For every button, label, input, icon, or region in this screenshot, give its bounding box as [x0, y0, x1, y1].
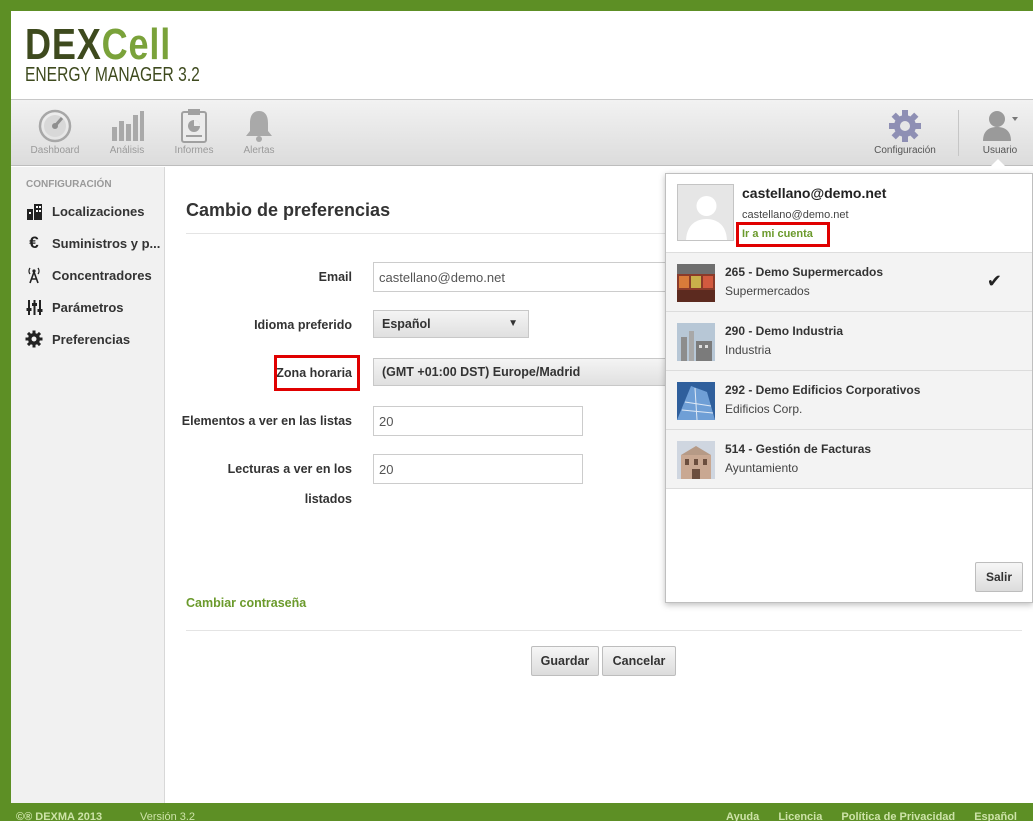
- footer-link-language[interactable]: Español: [974, 811, 1017, 821]
- account-list: 265 - Demo Supermercados Supermercados ✔…: [666, 252, 1032, 489]
- toolbar-config-label: Configuración: [874, 145, 936, 156]
- account-title: 265 - Demo Supermercados: [725, 265, 884, 279]
- antenna-icon: [25, 266, 43, 284]
- list-item[interactable]: 514 - Gestión de Facturas Ayuntamiento: [666, 430, 1032, 489]
- list-item[interactable]: 292 - Demo Edificios Corporativos Edific…: [666, 371, 1032, 430]
- language-select[interactable]: Español ▼: [373, 310, 529, 338]
- footer-link-license[interactable]: Licencia: [778, 811, 822, 821]
- footer-link-help[interactable]: Ayuda: [726, 811, 759, 821]
- user-menu-header: castellano@demo.net castellano@demo.net …: [666, 174, 1032, 252]
- sidebar-item-label: Localizaciones: [52, 203, 145, 219]
- sidebar-item-label: Parámetros: [52, 299, 124, 315]
- checkmark-icon: ✔: [986, 271, 1002, 291]
- dropdown-arrow-icon: ▼: [508, 318, 518, 329]
- page-title: Cambio de preferencias: [186, 200, 391, 220]
- sidebar-title: CONFIGURACIÓN: [26, 179, 112, 190]
- town-hall-thumbnail: [677, 441, 715, 479]
- change-password-link[interactable]: Cambiar contraseña: [186, 596, 306, 610]
- sidebar-item-concentradores[interactable]: Concentradores: [11, 259, 164, 291]
- sidebar-item-label: Preferencias: [52, 331, 131, 347]
- account-subtitle: Ayuntamiento: [725, 461, 799, 475]
- footer-links: Ayuda Licencia Política de Privacidad Es…: [710, 811, 1017, 821]
- save-button[interactable]: Guardar: [531, 646, 599, 676]
- footer-copyright: ©® DEXMA 2013: [16, 811, 103, 821]
- list-item[interactable]: 265 - Demo Supermercados Supermercados ✔: [666, 253, 1032, 312]
- list-item[interactable]: 290 - Demo Industria Industria: [666, 312, 1032, 371]
- logo-subtitle: ENERGY MANAGER 3.2: [25, 64, 200, 86]
- cancel-button[interactable]: Cancelar: [602, 646, 676, 676]
- toolbar-reports-label: Informes: [174, 145, 214, 156]
- highlight-box: [274, 355, 360, 391]
- gear-icon: [25, 330, 43, 348]
- list-items-field[interactable]: [373, 406, 583, 436]
- user-name: castellano@demo.net: [742, 185, 887, 201]
- toolbar-config[interactable]: Configuración: [867, 100, 943, 166]
- readings-label-line1: Lecturas a ver en los: [227, 462, 352, 476]
- bell-icon: [246, 111, 272, 142]
- analysis-icon: [112, 111, 144, 141]
- toolbar-user[interactable]: Usuario: [975, 100, 1025, 166]
- toolbar-analysis-label: Análisis: [109, 145, 145, 156]
- footer: ©® DEXMA 2013 Versión 3.2 Ayuda Licencia…: [0, 803, 1033, 821]
- logo-brand-b: Cell: [101, 20, 172, 69]
- account-subtitle: Edificios Corp.: [725, 402, 803, 416]
- footer-version: Versión 3.2: [140, 811, 196, 821]
- avatar: [677, 184, 734, 241]
- account-title: 290 - Demo Industria: [725, 324, 844, 338]
- industry-thumbnail: [677, 323, 715, 361]
- list-items-label: Elementos a ver en las listas: [181, 414, 352, 428]
- toolbar-analysis[interactable]: Análisis: [101, 100, 153, 166]
- reports-icon: [181, 109, 207, 143]
- logo-brand-a: DEX: [25, 20, 102, 69]
- divider: [186, 630, 1022, 631]
- highlight-box: [736, 222, 830, 247]
- toolbar-separator: [958, 110, 959, 156]
- sidebar-item-parametros[interactable]: Parámetros: [11, 291, 164, 323]
- readings-label-line2: listados: [304, 492, 352, 506]
- popup-caret: [990, 159, 1006, 167]
- language-label: Idioma preferido: [254, 318, 352, 332]
- toolbar-alerts-label: Alertas: [243, 145, 275, 156]
- header: DEXCell ENERGY MANAGER 3.2: [11, 11, 1033, 100]
- timezone-select[interactable]: (GMT +01:00 DST) Europe/Madrid: [373, 358, 673, 386]
- building-icon: [25, 202, 43, 220]
- language-select-value: Español: [382, 317, 431, 331]
- office-building-thumbnail: [677, 382, 715, 420]
- logo[interactable]: DEXCell ENERGY MANAGER 3.2: [25, 20, 249, 86]
- avatar-placeholder-icon: [686, 196, 727, 240]
- footer-link-privacy[interactable]: Política de Privacidad: [841, 811, 955, 821]
- toolbar-dashboard[interactable]: Dashboard: [25, 100, 85, 166]
- email-label: Email: [318, 270, 352, 284]
- sidebar-item-label: Suministros y p...: [52, 235, 161, 251]
- toolbar-reports[interactable]: Informes: [169, 100, 219, 166]
- euro-icon: €: [29, 233, 39, 252]
- account-title: 292 - Demo Edificios Corporativos: [725, 383, 921, 397]
- gear-icon: [889, 110, 921, 142]
- supermarket-thumbnail: [677, 264, 715, 302]
- toolbar-dashboard-label: Dashboard: [30, 145, 80, 156]
- user-icon: [983, 111, 1018, 141]
- account-subtitle: Industria: [725, 343, 772, 357]
- user-email: castellano@demo.net: [742, 209, 849, 221]
- sliders-icon: [25, 298, 43, 316]
- toolbar-alerts[interactable]: Alertas: [235, 100, 283, 166]
- sidebar-item-suministros[interactable]: € Suministros y p...: [11, 227, 164, 259]
- sidebar-item-preferencias[interactable]: Preferencias: [11, 323, 164, 355]
- logout-button[interactable]: Salir: [975, 562, 1023, 592]
- account-title: 514 - Gestión de Facturas: [725, 442, 872, 456]
- readings-field[interactable]: [373, 454, 583, 484]
- sidebar-item-localizaciones[interactable]: Localizaciones: [11, 195, 164, 227]
- account-subtitle: Supermercados: [725, 284, 810, 298]
- email-field[interactable]: [373, 262, 673, 292]
- app-window: DEXCell ENERGY MANAGER 3.2 Dashboard Aná…: [11, 11, 1033, 803]
- main-toolbar: Dashboard Análisis Informes Alertas Conf…: [11, 100, 1033, 166]
- sidebar-item-label: Concentradores: [52, 267, 152, 283]
- toolbar-user-label: Usuario: [982, 145, 1018, 156]
- sidebar: CONFIGURACIÓN Localizaciones € Suministr…: [11, 167, 165, 803]
- user-menu-popup: castellano@demo.net castellano@demo.net …: [665, 173, 1033, 603]
- dashboard-icon: [38, 109, 72, 143]
- timezone-select-value: (GMT +01:00 DST) Europe/Madrid: [382, 365, 581, 379]
